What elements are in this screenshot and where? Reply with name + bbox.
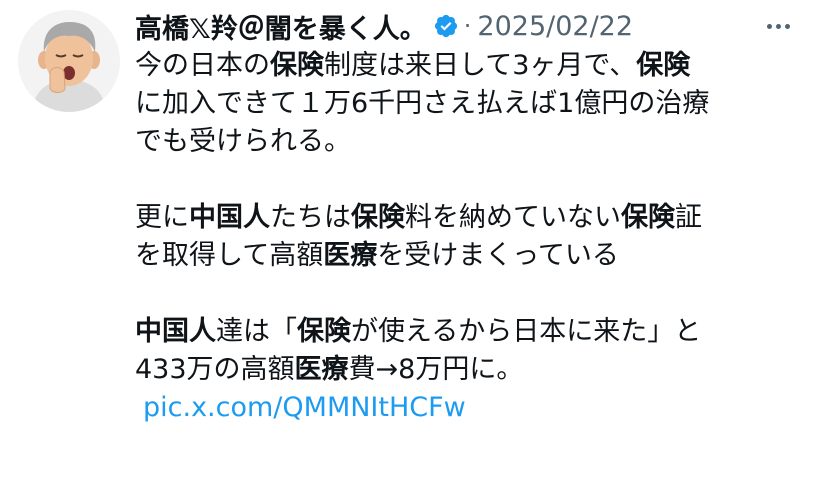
text-segment: を受けまくっている <box>377 240 619 271</box>
memoji-avatar-icon <box>18 10 120 112</box>
tweet-line: に加入できて１万6千円さえ払えば1億円の治療 <box>135 85 795 123</box>
text-segment: 更に <box>135 202 189 233</box>
text-segment: たちは <box>270 202 351 233</box>
tweet-line: を取得して高額医療を受けまくっている <box>135 237 795 275</box>
text-segment: 費→8万円に。 <box>348 354 524 385</box>
more-options-icon[interactable] <box>767 6 790 46</box>
bold-text-segment: 中国人 <box>135 316 216 347</box>
text-segment: を取得して高額 <box>135 240 324 271</box>
text-segment: 433万の高額 <box>135 354 295 385</box>
text-segment: が使えるから日本に来た」と <box>351 316 702 347</box>
tweet-date[interactable]: 2025/02/22 <box>477 11 633 42</box>
verified-badge-icon[interactable] <box>433 13 460 40</box>
tweet-lines: 今の日本の保険制度は来日して3ヶ月で、保険 に加入できて１万6千円さえ払えば1億円… <box>135 47 795 389</box>
text-segment: に加入できて１万6千円さえ払えば1億円の治療 <box>135 88 710 119</box>
bold-text-segment: 保険 <box>297 316 351 347</box>
text-segment: でも受けられる。 <box>135 126 351 157</box>
text-segment: 達は「 <box>216 316 297 347</box>
bold-text-segment: 医療 <box>294 354 349 385</box>
tweet-line: 今の日本の保険制度は来日して3ヶ月で、保険 <box>135 47 795 85</box>
tweet-line: でも受けられる。 <box>135 123 795 161</box>
header-separator: · <box>463 12 472 40</box>
text-segment: 料を納めていない <box>405 202 621 233</box>
bold-text-segment: 医療 <box>323 240 378 271</box>
tweet-text: 今の日本の保険制度は来日して3ヶ月で、保険 に加入できて１万6千円さえ払えば1億円… <box>135 47 795 427</box>
text-segment: 証 <box>675 202 702 233</box>
text-segment: 制度は来日して3ヶ月で、 <box>324 50 637 81</box>
tweet-blank-line <box>135 161 795 199</box>
tweet-line: 433万の高額医療費→8万円に。 <box>135 351 795 389</box>
avatar[interactable] <box>18 10 120 112</box>
bold-text-segment: 保険 <box>270 50 324 81</box>
media-link[interactable]: pic.x.com/QMMNItHCFw <box>143 392 466 423</box>
bold-text-segment: 保険 <box>636 50 691 81</box>
text-segment: 今の日本の <box>135 50 270 81</box>
tweet-blank-line <box>135 275 795 313</box>
tweet-line: 更に中国人たちは保険料を納めていない保険証 <box>135 199 795 237</box>
bold-text-segment: 保険 <box>621 202 675 233</box>
author-name[interactable]: 高橋𝕏羚＠闇を暴く人。 <box>135 7 427 46</box>
bold-text-segment: 保険 <box>351 202 405 233</box>
tweet-line: 中国人達は「保険が使えるから日本に来た」と <box>135 313 795 351</box>
tweet-header: 高橋𝕏羚＠闇を暴く人。 · 2025/02/22 <box>135 6 828 46</box>
bold-text-segment: 中国人 <box>189 202 270 233</box>
